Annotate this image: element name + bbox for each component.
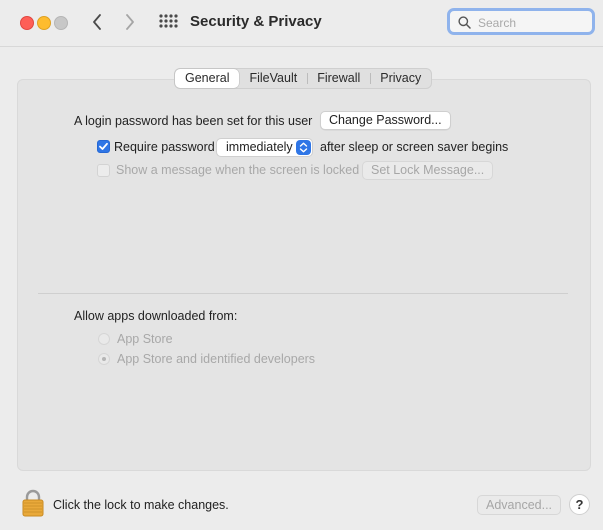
- require-password-checkbox[interactable]: [97, 140, 110, 153]
- require-password-label: Require password: [114, 140, 215, 154]
- forward-button[interactable]: [119, 11, 141, 33]
- zoom-window-button[interactable]: [54, 16, 68, 30]
- lock-button[interactable]: [22, 489, 44, 517]
- require-password-delay-select[interactable]: immediately: [216, 138, 313, 157]
- title-bar: Security & Privacy: [0, 0, 603, 47]
- tab-bar: General FileVault Firewall Privacy: [174, 68, 433, 89]
- stepper-arrows-icon: [296, 140, 311, 155]
- change-password-button[interactable]: Change Password...: [320, 111, 451, 130]
- window-title: Security & Privacy: [190, 13, 322, 30]
- help-button[interactable]: ?: [569, 494, 590, 515]
- minimize-window-button[interactable]: [37, 16, 51, 30]
- require-password-delay-value: immediately: [226, 140, 293, 154]
- close-window-button[interactable]: [20, 16, 34, 30]
- checkmark-icon: [99, 142, 108, 150]
- tab-general[interactable]: General: [175, 69, 240, 88]
- chevron-left-icon: [93, 14, 101, 30]
- search-field[interactable]: [447, 8, 595, 35]
- allow-apps-label: Allow apps downloaded from:: [74, 309, 238, 323]
- login-password-text: A login password has been set for this u…: [74, 114, 313, 128]
- radio-app-store-identified-label: App Store and identified developers: [117, 352, 316, 366]
- tab-firewall[interactable]: Firewall: [307, 69, 370, 88]
- section-divider: [38, 293, 568, 294]
- back-button[interactable]: [86, 11, 108, 33]
- radio-app-store-label: App Store: [117, 332, 173, 346]
- radio-app-store[interactable]: [98, 333, 110, 345]
- search-icon: [458, 16, 471, 29]
- radio-selected-dot: [102, 357, 106, 361]
- search-input[interactable]: [476, 14, 592, 32]
- show-message-checkbox[interactable]: [97, 164, 110, 177]
- lock-icon: [22, 489, 44, 517]
- radio-app-store-identified[interactable]: [98, 353, 110, 365]
- set-lock-message-button[interactable]: Set Lock Message...: [362, 161, 494, 180]
- show-all-button[interactable]: [158, 12, 178, 32]
- lock-instruction-text: Click the lock to make changes.: [53, 498, 229, 512]
- after-sleep-text: after sleep or screen saver begins: [320, 140, 509, 154]
- tab-filevault[interactable]: FileVault: [239, 69, 307, 88]
- chevron-right-icon: [126, 14, 134, 30]
- show-message-label: Show a message when the screen is locked: [116, 163, 360, 177]
- advanced-button[interactable]: Advanced...: [477, 495, 562, 515]
- grid-icon: [159, 14, 178, 28]
- tab-privacy[interactable]: Privacy: [370, 69, 431, 88]
